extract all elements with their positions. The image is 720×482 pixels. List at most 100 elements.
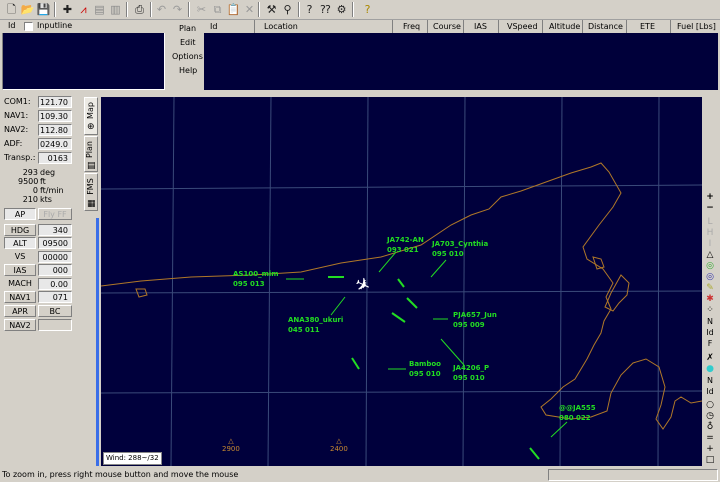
col-location[interactable]: Location xyxy=(264,22,298,31)
map-scrollbar[interactable] xyxy=(96,218,99,466)
connect-icon[interactable]: ⚲ xyxy=(280,2,295,17)
col-freq[interactable]: Freq xyxy=(403,22,420,31)
layer-h-icon[interactable]: H xyxy=(704,228,716,239)
nav2-button[interactable]: NAV2 xyxy=(4,319,36,331)
traffic-label[interactable]: AS100_mim 095 013 xyxy=(233,269,279,289)
traffic-label[interactable]: JA742-AN 093 021 xyxy=(387,235,424,255)
clock-icon[interactable]: ◷ xyxy=(704,411,716,422)
zoom-out-icon[interactable]: − xyxy=(704,203,716,214)
plan-icon: ▤ xyxy=(87,161,96,171)
copy-icon[interactable]: ⧉ xyxy=(210,2,225,17)
id-icon[interactable]: Id xyxy=(704,327,716,338)
zoom-in-icon[interactable]: + xyxy=(704,192,716,203)
ap-hdg-value[interactable]: 340 xyxy=(38,224,72,236)
balloon-icon[interactable]: ♁ xyxy=(704,422,716,433)
traffic-label[interactable]: ANA380_ukuri 045 011 xyxy=(288,315,343,335)
nav1-value[interactable]: 109.30 xyxy=(38,110,72,122)
traffic-label[interactable]: Bamboo 095 010 xyxy=(409,359,441,379)
save-icon[interactable]: 💾 xyxy=(36,2,51,17)
alt-unit: ft xyxy=(40,177,46,186)
status-bar: To zoom in, press right mouse button and… xyxy=(0,468,720,482)
flightplan-header: Id Location Freq Course IAS VSpeed Altit… xyxy=(204,20,718,33)
redo-icon[interactable]: ↷ xyxy=(170,2,185,17)
vor-icon[interactable]: ◎ xyxy=(704,261,716,272)
col-vspeed[interactable]: VSpeed xyxy=(507,22,538,31)
inputline-checkbox[interactable] xyxy=(24,22,33,31)
print-icon[interactable]: ⎙ xyxy=(132,2,147,17)
nav2-value[interactable]: 112.80 xyxy=(38,124,72,136)
airport-icon[interactable]: ✱ xyxy=(704,294,716,305)
col-course[interactable]: Course xyxy=(433,22,461,31)
flightplan-list[interactable] xyxy=(204,33,718,90)
north-icon[interactable]: N xyxy=(704,316,716,327)
delete-icon[interactable]: ✕ xyxy=(242,2,257,17)
new-icon[interactable]: 🗋 xyxy=(4,2,19,17)
circle-icon[interactable]: ○ xyxy=(704,400,716,411)
col-id[interactable]: Id xyxy=(210,22,217,31)
waypoint-icon[interactable]: ⩘ xyxy=(76,2,91,17)
com1-label: COM1: xyxy=(4,97,31,106)
col-ete[interactable]: ETE xyxy=(640,22,655,31)
traffic-callsign: Bamboo xyxy=(409,360,441,368)
adf-value[interactable]: 0249.0 xyxy=(38,138,72,150)
open-icon[interactable]: 📂 xyxy=(20,2,35,17)
list2-icon[interactable]: ▥ xyxy=(108,2,123,17)
pencil-icon[interactable]: ✎ xyxy=(704,283,716,294)
triangle-icon: △ xyxy=(336,437,342,445)
help-icon[interactable]: ? xyxy=(302,2,317,17)
col-altitude[interactable]: Altitude xyxy=(549,22,580,31)
fix-icon[interactable]: ⁘ xyxy=(704,305,716,316)
apr-button[interactable]: APR xyxy=(4,305,36,317)
col-distance[interactable]: Distance xyxy=(588,22,623,31)
col-fuel[interactable]: Fuel [Lbs] xyxy=(677,22,716,31)
triangle-icon[interactable]: △ xyxy=(704,250,716,261)
question-icon[interactable]: ? xyxy=(360,2,375,17)
toolbar: 🗋 📂 💾 ✚ ⩘ ▤ ▥ ⎙ ↶ ↷ ✂ ⧉ 📋 ✕ ⚒ ⚲ ? ⁇ ⚙ ? xyxy=(0,0,720,20)
com1-value[interactable]: 121.70 xyxy=(38,96,72,108)
globe-icon[interactable]: ● xyxy=(704,364,716,375)
label-id-icon[interactable]: Id xyxy=(704,386,716,397)
ap-vs-value[interactable]: 00000 xyxy=(38,251,72,263)
ap-ias-value[interactable]: 000 xyxy=(38,264,72,276)
add-waypoint-icon[interactable]: ✚ xyxy=(60,2,75,17)
layer-i-icon[interactable]: I xyxy=(704,239,716,250)
square-icon[interactable]: □ xyxy=(704,455,716,466)
about-icon[interactable]: ⁇ xyxy=(318,2,333,17)
settings-icon[interactable]: ⚙ xyxy=(334,2,349,17)
tab-plan[interactable]: ▤ Plan xyxy=(84,136,98,172)
traffic-label[interactable]: PJA657_Jun 095 009 xyxy=(453,310,497,330)
cut-icon[interactable]: ✂ xyxy=(194,2,209,17)
ap-button[interactable]: AP xyxy=(4,208,36,220)
traffic-label[interactable]: @@JA555 080 022 xyxy=(559,403,596,423)
col-ias[interactable]: IAS xyxy=(474,22,487,31)
undo-icon[interactable]: ↶ xyxy=(154,2,169,17)
spd-unit: kts xyxy=(40,195,52,204)
ap-nav2-value[interactable] xyxy=(38,319,72,331)
transp-value[interactable]: 0163 xyxy=(38,152,72,164)
ap-mach-value[interactable]: 0.00 xyxy=(38,278,72,290)
ap-alt-value[interactable]: 09500 xyxy=(38,237,72,249)
north-toggle-icon[interactable]: N xyxy=(704,375,716,386)
list-icon[interactable]: ▤ xyxy=(92,2,107,17)
hdg-button[interactable]: HDG xyxy=(4,224,36,236)
crosshair-icon[interactable]: + xyxy=(704,444,716,455)
traffic-label[interactable]: JA703_Cynthia 095 010 xyxy=(432,239,488,259)
layer-l-icon[interactable]: L xyxy=(704,217,716,228)
ap-nav1-value[interactable]: 071 xyxy=(38,291,72,303)
paste-icon[interactable]: 📋 xyxy=(226,2,241,17)
traffic-data: 080 022 xyxy=(559,414,591,422)
ndb-icon[interactable]: ◎ xyxy=(704,272,716,283)
traffic-label[interactable]: JA4206_P 095 010 xyxy=(453,363,489,383)
tab-fms[interactable]: ▦ FMS xyxy=(84,173,98,211)
ias-button[interactable]: IAS xyxy=(4,264,36,276)
fly-ff-button[interactable]: Fly FF xyxy=(38,208,72,220)
tab-map[interactable]: ⊕ Map xyxy=(84,97,98,135)
hammer-icon[interactable]: ⚒ xyxy=(264,2,279,17)
plane-icon[interactable]: ✗ xyxy=(704,353,716,364)
nav1-button[interactable]: NAV1 xyxy=(4,291,36,303)
equals-icon[interactable]: = xyxy=(704,433,716,444)
f-icon[interactable]: F xyxy=(704,338,716,349)
radar-map[interactable]: ✈ AS100_mim 095 013 JA742-AN 093 021 JA7… xyxy=(101,97,702,466)
bc-button[interactable]: BC xyxy=(38,305,72,317)
alt-button[interactable]: ALT xyxy=(4,237,36,249)
